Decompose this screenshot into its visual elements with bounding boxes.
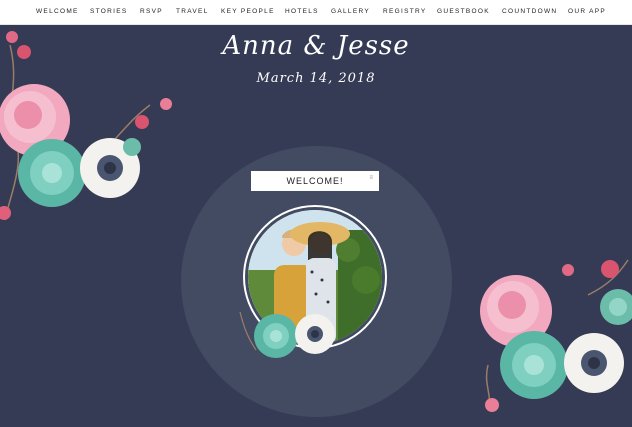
nav-hotels[interactable]: HOTELS xyxy=(285,8,319,15)
nav-our-app[interactable]: OUR APP xyxy=(568,8,606,15)
nav-travel[interactable]: TRAVEL xyxy=(176,8,209,15)
nav-guestbook[interactable]: GUESTBOOK xyxy=(437,8,490,15)
nav-registry[interactable]: REGISTRY xyxy=(383,8,427,15)
menu-icon: ≡ xyxy=(369,175,374,181)
nav-gallery[interactable]: GALLERY xyxy=(331,8,370,15)
nav-stories[interactable]: STORIES xyxy=(90,8,128,15)
floral-photo-decoration xyxy=(239,311,335,358)
floral-top-left-decoration xyxy=(0,31,172,221)
floral-right-decoration xyxy=(480,259,632,412)
nav-key-people[interactable]: KEY PEOPLE xyxy=(221,8,275,15)
welcome-button[interactable]: WELCOME! ≡ xyxy=(251,171,379,191)
nav-rsvp[interactable]: RSVP xyxy=(140,8,163,15)
nav-countdown[interactable]: COUNTDOWN xyxy=(502,8,557,15)
nav-welcome[interactable]: WELCOME xyxy=(36,8,79,15)
welcome-label: WELCOME! xyxy=(286,176,344,186)
top-nav: WELCOME STORIES RSVP TRAVEL KEY PEOPLE H… xyxy=(0,0,632,25)
